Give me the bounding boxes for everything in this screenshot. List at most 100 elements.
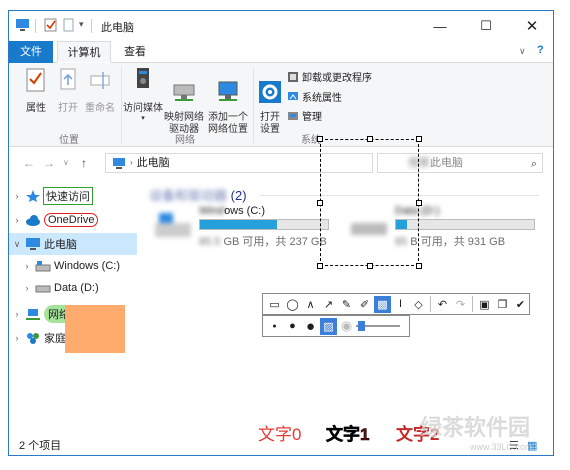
annotation-toolbar: ▭ ◯ ∧ ↗ ✎ ✐ ▩ I ◇ ↶ ↷ ▣ ❐ ✔ — [262, 293, 530, 315]
forward-arrow-icon[interactable]: → — [43, 156, 55, 170]
rename-button[interactable]: 重命名 — [83, 67, 117, 114]
resize-handle[interactable] — [416, 263, 422, 269]
chevron-right-icon[interactable]: › — [9, 333, 25, 343]
search-icon: ⌕ — [530, 158, 537, 170]
network-drive-icon — [173, 84, 195, 101]
breadcrumb-path[interactable]: 此电脑 — [137, 154, 170, 172]
nav-item-label: Data (D:) — [54, 282, 99, 294]
redo-icon[interactable]: ↷ — [452, 296, 469, 313]
title-bar: ▾ 此电脑 — ☐ ✕ — [9, 11, 553, 41]
rectangle-tool-icon[interactable]: ▭ — [266, 296, 283, 313]
toolbar-separator — [430, 296, 431, 312]
ribbon-expand-icon[interactable]: ∨ — [519, 46, 526, 57]
toolbar-separator — [472, 296, 473, 312]
save-icon[interactable]: ▣ — [476, 296, 493, 313]
resize-handle[interactable] — [317, 263, 323, 269]
mosaic-tool-icon[interactable]: ▩ — [374, 295, 391, 313]
ellipse-tool-icon[interactable]: ◯ — [284, 296, 301, 313]
brush-medium-icon[interactable]: ● — [284, 318, 301, 335]
nav-item-data-d[interactable]: › Data (D:) — [9, 277, 137, 299]
back-arrow-icon[interactable]: ← — [23, 156, 35, 170]
chevron-right-icon[interactable]: › — [9, 309, 25, 319]
copy-icon[interactable]: ❐ — [494, 296, 511, 313]
help-icon[interactable]: ? — [537, 44, 544, 56]
nav-item-label: OneDrive — [44, 213, 99, 227]
quick-access-dropdown-icon[interactable]: ▾ — [79, 19, 84, 30]
drive-icon — [35, 261, 51, 272]
add-network-location-label: 添加一个 网络位置 — [208, 112, 248, 135]
maximize-button[interactable]: ☐ — [463, 11, 509, 41]
drive-usage-fill — [200, 220, 277, 229]
close-button[interactable]: ✕ — [509, 11, 553, 41]
chevron-right-icon[interactable]: › — [19, 283, 35, 293]
chevron-down-icon[interactable]: ∨ — [9, 239, 25, 250]
mosaic-pattern-icon[interactable]: ▨ — [320, 317, 337, 335]
undo-icon[interactable]: ↶ — [434, 296, 451, 313]
arrow-tool-icon[interactable]: ↗ — [320, 296, 337, 313]
explorer-window: ▾ 此电脑 — ☐ ✕ 文件 计算机 查看 ∨ ? 属性 打开 重命名 位置 访… — [8, 10, 554, 456]
tab-view[interactable]: 查看 — [113, 41, 157, 63]
minimize-button[interactable]: — — [417, 11, 463, 41]
new-folder-icon[interactable] — [61, 18, 76, 32]
highlighter-tool-icon[interactable]: ✐ — [356, 296, 373, 313]
nav-item-onedrive[interactable]: › OneDrive — [9, 209, 137, 231]
manage-button[interactable]: 管理 — [287, 108, 322, 123]
intensity-slider[interactable] — [356, 321, 402, 331]
brush-size-toolbar: ● ● ● ▨ ◉ — [262, 315, 410, 337]
ribbon-body: 属性 打开 重命名 位置 访问媒体 ▾ 映射网络 驱动器 添加一个 网络位置 网… — [9, 63, 553, 147]
drive-icon — [35, 285, 51, 293]
open-settings-label: 打开 设置 — [260, 112, 280, 135]
resize-handle[interactable] — [317, 136, 323, 142]
nav-item-windows-c[interactable]: › Windows (C:) — [9, 255, 137, 277]
nav-item-quick-access[interactable]: › 快速访问 — [9, 185, 137, 207]
resize-handle[interactable] — [367, 136, 373, 142]
drive-name: Windows (C:) — [199, 205, 266, 217]
checkbox-icon[interactable] — [43, 18, 58, 32]
nav-item-this-pc[interactable]: ∨ 此电脑 — [9, 233, 137, 255]
eraser-tool-icon[interactable]: ◇ — [410, 296, 427, 313]
confirm-check-icon[interactable]: ✔ — [512, 296, 529, 313]
star-icon — [26, 190, 40, 202]
uninstall-program-button[interactable]: 卸载或更改程序 — [287, 69, 372, 84]
text-tool-icon[interactable]: I — [392, 296, 409, 313]
resize-handle[interactable] — [367, 263, 373, 269]
tab-computer[interactable]: 计算机 — [57, 41, 111, 63]
brush-small-icon[interactable]: ● — [266, 318, 283, 335]
add-network-location-button[interactable]: 添加一个 网络位置 — [205, 67, 251, 148]
polyline-tool-icon[interactable]: ∧ — [302, 296, 319, 313]
properties-label: 属性 — [26, 103, 46, 114]
network-icon — [26, 309, 40, 320]
text-annotation-1: 文字1 — [326, 425, 370, 445]
properties-icon — [26, 68, 45, 92]
orange-rectangle-annotation — [65, 305, 125, 353]
network-location-icon — [218, 81, 238, 101]
section-title: 设备和驱动器 (2) — [149, 188, 247, 203]
chevron-right-icon[interactable]: › — [19, 261, 35, 271]
system-properties-button[interactable]: 系统属性 — [287, 89, 342, 104]
properties-button[interactable]: 属性 — [19, 67, 53, 114]
ribbon-separator — [121, 67, 122, 143]
open-button[interactable]: 打开 — [53, 67, 83, 114]
resize-handle[interactable] — [416, 200, 422, 206]
nav-item-label: 此电脑 — [44, 239, 77, 251]
drive-item-c[interactable]: Windows (C:) 85.5 GB 可用，共 237 GB — [149, 205, 339, 255]
access-media-button[interactable]: 访问媒体 ▾ — [123, 67, 163, 122]
resize-handle[interactable] — [317, 200, 323, 206]
access-media-label: 访问媒体 — [123, 103, 163, 114]
address-row: ← → ∨ ↑ › 此电脑 搜索此电脑 ⌕ — [9, 147, 553, 179]
window-title: 此电脑 — [101, 22, 134, 34]
up-arrow-icon[interactable]: ↑ — [81, 156, 87, 170]
pen-tool-icon[interactable]: ✎ — [338, 296, 355, 313]
manage-icon — [288, 111, 298, 120]
brush-large-icon[interactable]: ● — [302, 318, 319, 335]
recent-dropdown-icon[interactable]: ∨ — [63, 158, 69, 167]
tab-file[interactable]: 文件 — [9, 41, 53, 63]
resize-handle[interactable] — [416, 136, 422, 142]
open-settings-button[interactable]: 打开 设置 — [255, 67, 285, 148]
drive-icon — [155, 213, 191, 237]
capture-selection-box[interactable] — [317, 136, 422, 269]
blur-pattern-icon[interactable]: ◉ — [338, 318, 355, 335]
system-properties-icon — [288, 91, 298, 100]
chevron-right-icon[interactable]: › — [9, 215, 25, 225]
chevron-right-icon[interactable]: › — [9, 191, 25, 201]
